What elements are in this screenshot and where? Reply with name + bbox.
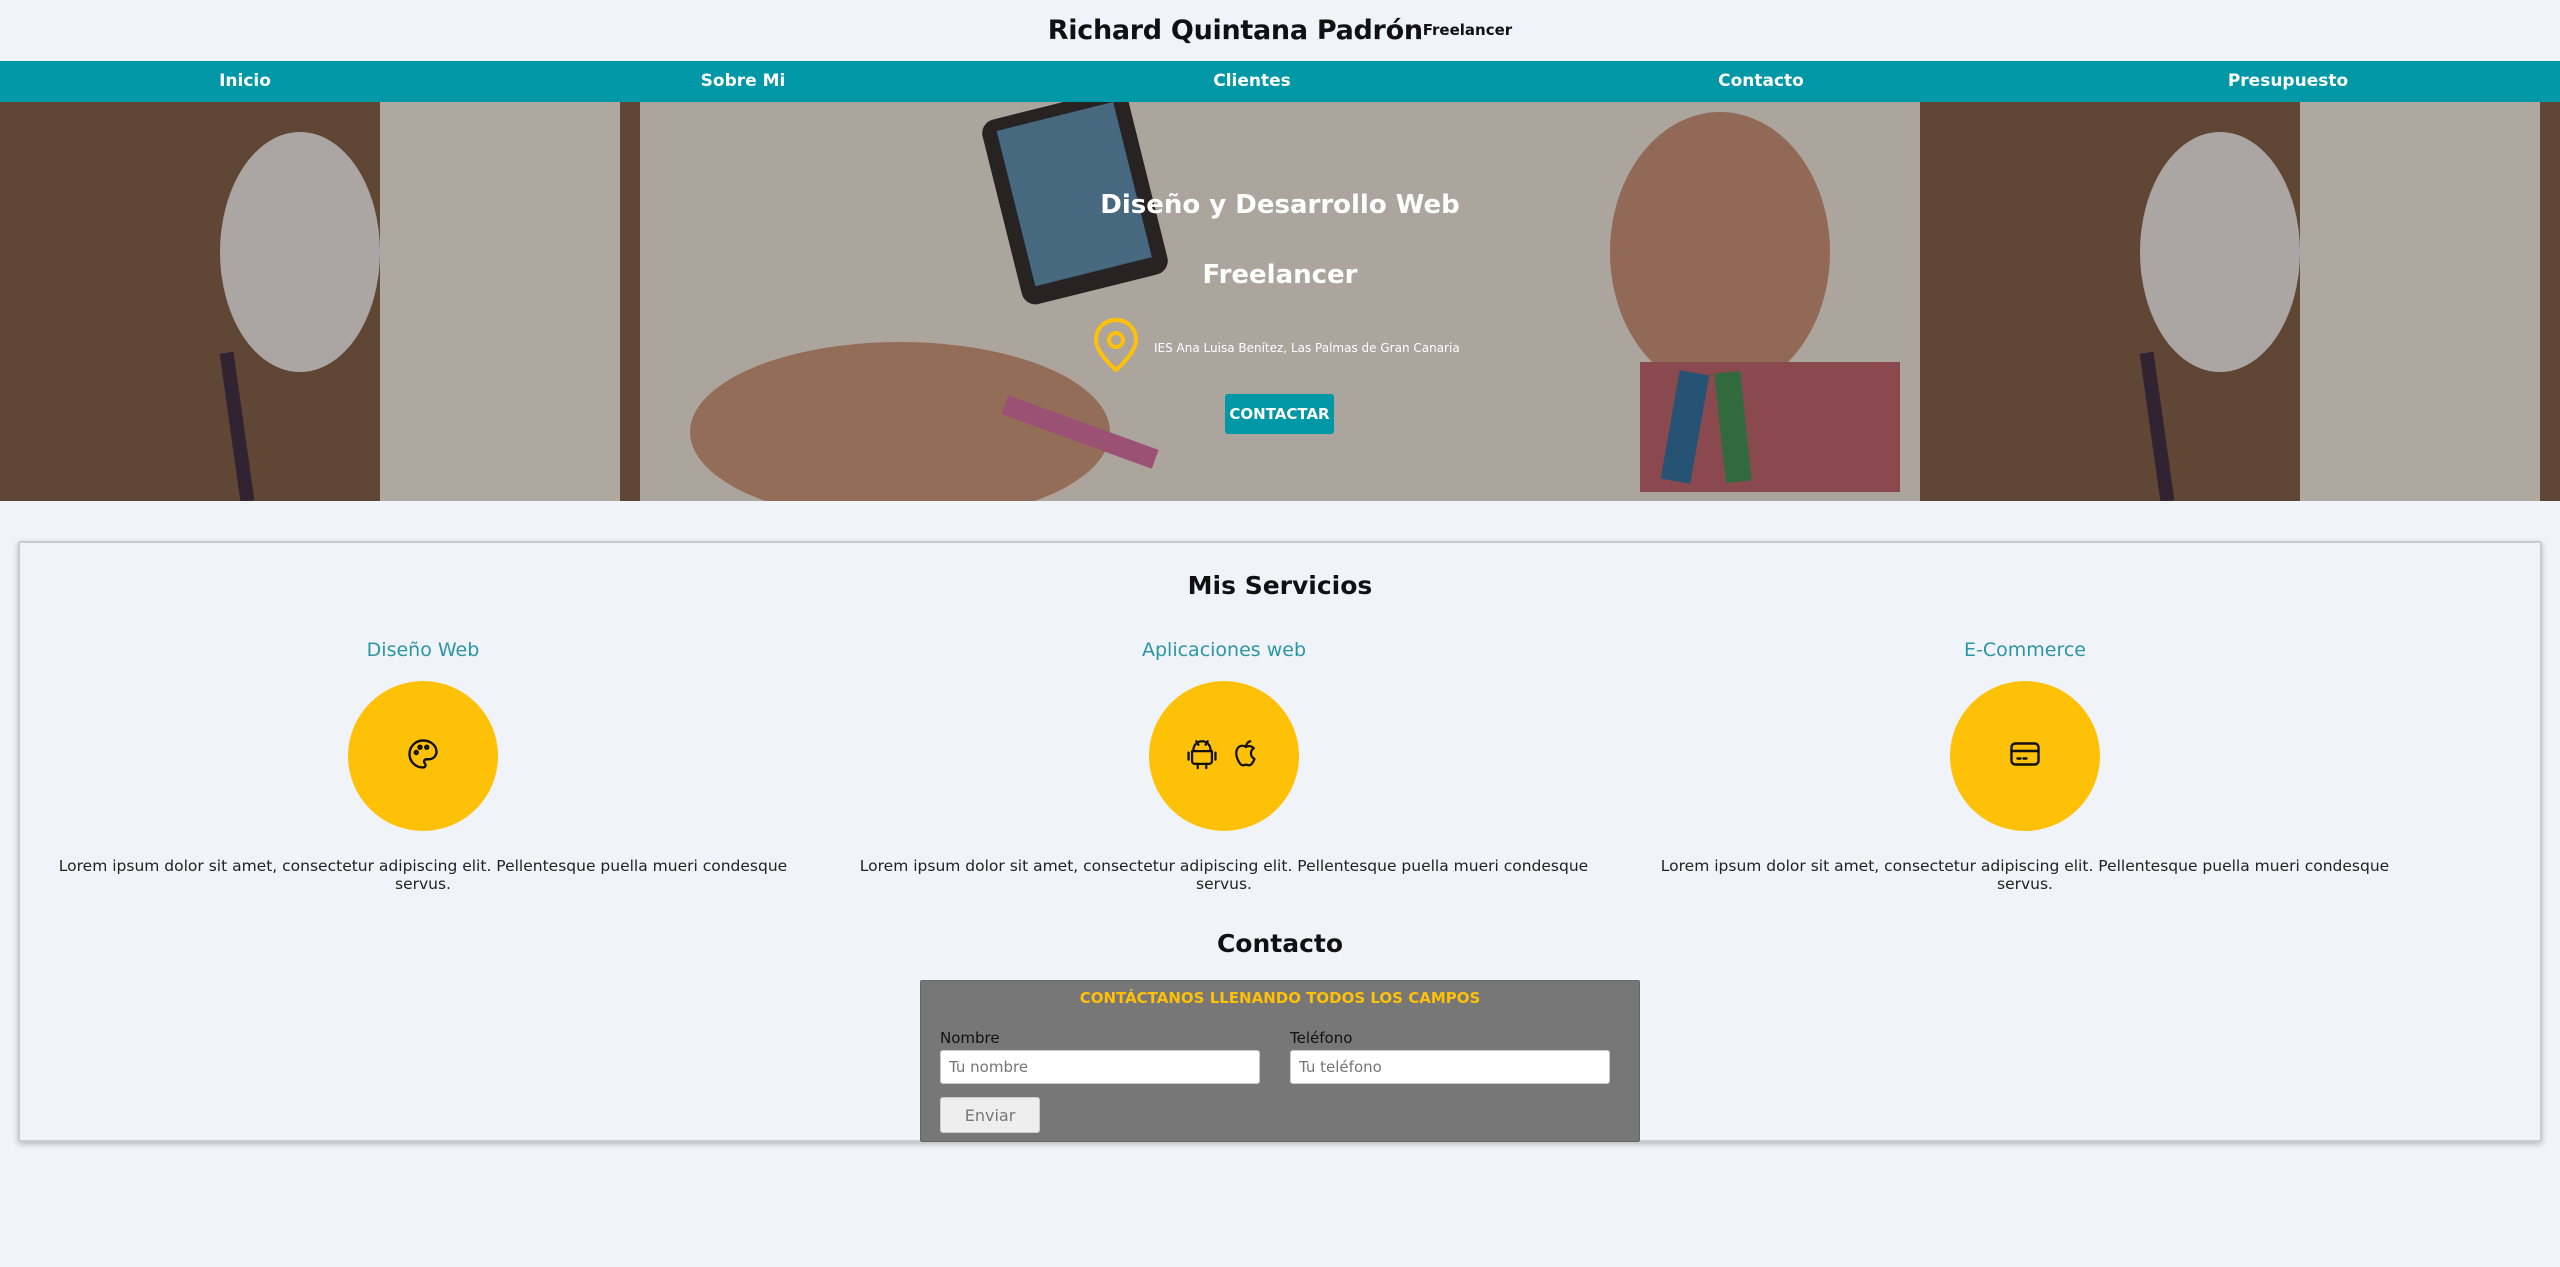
nav-clientes[interactable]: Clientes — [1213, 61, 1291, 102]
contact-title: Contacto — [1216, 929, 1344, 958]
content-card: Mis Servicios Diseño Web Lorem ipsum dol… — [18, 541, 2542, 1142]
service-description: Lorem ipsum dolor sit amet, consectetur … — [859, 857, 1589, 893]
name-label: Nombre — [940, 1029, 1000, 1047]
service-e-commerce: E-Commerce Lorem ipsum dolor sit amet, c… — [1640, 639, 2410, 893]
form-heading: CONTÁCTANOS LLENANDO TODOS LOS CAMPOS — [1079, 989, 1481, 1007]
service-description: Lorem ipsum dolor sit amet, consectetur … — [58, 857, 788, 893]
contact-button[interactable]: CONTACTAR — [1225, 394, 1334, 434]
site-header: Richard Quintana Padrón Freelancer — [0, 0, 2560, 60]
hero-heading: Diseño y Desarrollo Web — [1100, 190, 1460, 220]
hero-banner: Diseño y Desarrollo Web Freelancer IES A… — [0, 102, 2560, 501]
site-title: Richard Quintana Padrón — [1047, 14, 1423, 46]
service-icon-circle — [1950, 681, 2100, 831]
service-icon-circle — [1149, 681, 1299, 831]
nav-presupuesto[interactable]: Presupuesto — [2228, 61, 2348, 102]
main-nav: Inicio Sobre Mi Clientes Contacto Presup… — [0, 61, 2560, 102]
location-text: IES Ana Luisa Benítez, Las Palmas de Gra… — [1154, 340, 1460, 355]
service-description: Lorem ipsum dolor sit amet, consectetur … — [1660, 857, 2390, 893]
map-pin-icon — [1092, 317, 1140, 378]
hero-overlay — [0, 102, 2560, 501]
name-field: Nombre — [940, 1029, 1260, 1084]
contact-form: CONTÁCTANOS LLENANDO TODOS LOS CAMPOS No… — [920, 980, 1640, 1142]
palette-icon — [405, 736, 441, 777]
phone-label: Teléfono — [1290, 1029, 1353, 1047]
submit-button[interactable]: Enviar — [940, 1097, 1040, 1133]
hero-location: IES Ana Luisa Benítez, Las Palmas de Gra… — [1092, 317, 1460, 378]
name-input[interactable] — [940, 1050, 1260, 1084]
service-icon-circle — [348, 681, 498, 831]
services-title: Mis Servicios — [1187, 571, 1373, 600]
service-title: Aplicaciones web — [1141, 639, 1306, 661]
phone-field: Teléfono — [1290, 1029, 1610, 1084]
service-title: Diseño Web — [366, 639, 480, 661]
credit-card-icon — [2006, 736, 2044, 777]
apple-icon — [1229, 736, 1263, 777]
nav-contacto[interactable]: Contacto — [1718, 61, 1804, 102]
android-icon — [1185, 736, 1219, 777]
service-aplicaciones-web: Aplicaciones web Lorem ipsum dolor sit a… — [839, 639, 1609, 893]
site-tagline: Freelancer — [1422, 21, 1513, 39]
service-diseno-web: Diseño Web Lorem ipsum dolor sit amet, c… — [38, 639, 808, 893]
phone-input[interactable] — [1290, 1050, 1610, 1084]
hero-subheading: Freelancer — [1202, 260, 1358, 290]
nav-inicio[interactable]: Inicio — [219, 61, 271, 102]
service-title: E-Commerce — [1964, 639, 2086, 661]
nav-sobre-mi[interactable]: Sobre Mi — [701, 61, 786, 102]
